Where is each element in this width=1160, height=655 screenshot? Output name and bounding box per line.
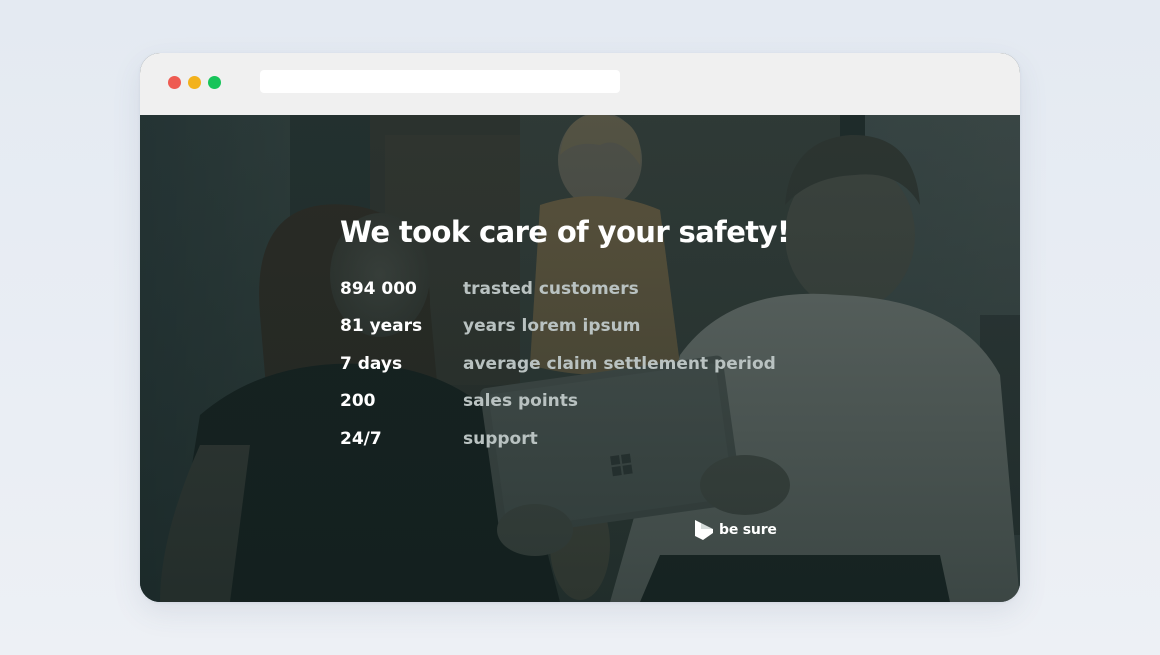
stat-label: trasted customers	[463, 278, 639, 299]
stat-row: 894 000 trasted customers	[340, 270, 980, 308]
stat-row: 24/7 support	[340, 420, 980, 458]
stat-value: 894 000	[340, 278, 417, 299]
address-bar[interactable]	[260, 70, 620, 93]
page-title: We took care of your safety!	[340, 215, 790, 249]
hero-content: We took care of your safety! 894 000 tra…	[340, 215, 980, 457]
stat-label: years lorem ipsum	[463, 316, 641, 337]
maximize-window-button[interactable]	[208, 76, 221, 89]
stat-row: 81 years years lorem ipsum	[340, 307, 980, 345]
close-window-button[interactable]	[168, 76, 181, 89]
page-viewport: We took care of your safety! 894 000 tra…	[140, 115, 1020, 602]
stat-value: 24/7	[340, 428, 382, 449]
stats-list: 894 000 trasted customers 81 years years…	[340, 270, 980, 458]
stat-value: 200	[340, 391, 376, 412]
stat-row: 200 sales points	[340, 382, 980, 420]
browser-window: We took care of your safety! 894 000 tra…	[140, 53, 1020, 602]
stat-value: 7 days	[340, 353, 403, 374]
brand-name: be sure	[719, 522, 777, 538]
stat-label: average claim settlement period	[463, 353, 776, 374]
browser-titlebar	[140, 53, 1020, 115]
be-sure-logo-icon	[695, 520, 713, 540]
stat-value: 81 years	[340, 316, 423, 337]
minimize-window-button[interactable]	[188, 76, 201, 89]
brand-logo[interactable]: be sure	[694, 519, 777, 541]
stat-label: sales points	[463, 391, 579, 412]
stat-row: 7 days average claim settlement period	[340, 345, 980, 383]
stat-label: support	[463, 428, 538, 449]
